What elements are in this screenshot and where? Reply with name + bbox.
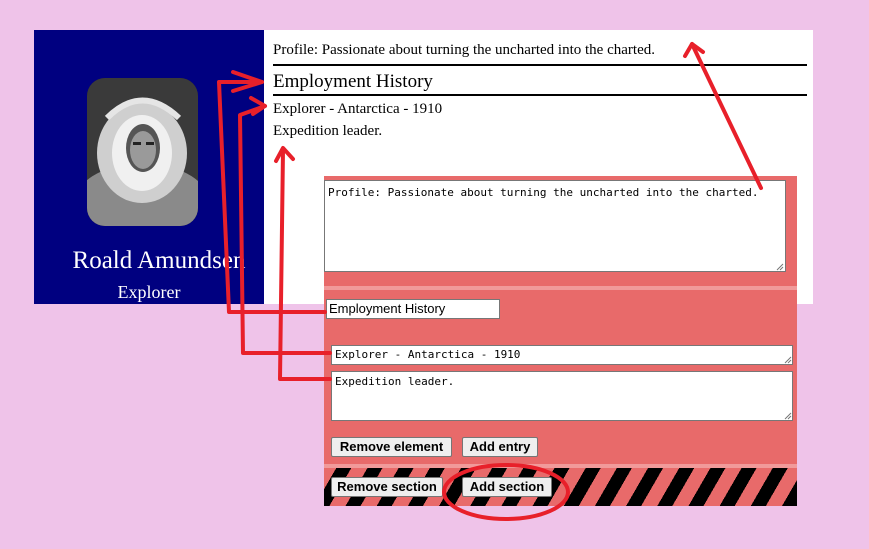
add-entry-button[interactable]: Add entry [462,437,538,457]
remove-section-button[interactable]: Remove section [331,477,443,497]
resize-grip-icon[interactable] [784,356,792,364]
entry-description: Expedition leader. [273,123,383,139]
entry-title: Explorer - Antarctica - 1910 [273,101,443,117]
add-section-button[interactable]: Add section [462,477,552,497]
divider [273,94,807,96]
person-title: Explorer [117,282,181,302]
profile-summary: Profile: Passionate about turning the un… [273,42,655,58]
profile-photo [87,78,198,226]
resize-grip-icon[interactable] [776,263,784,271]
person-name: Roald Amundsen [72,247,246,274]
section-heading: Employment History [273,71,433,92]
remove-element-button[interactable]: Remove element [331,437,452,457]
section-title-input[interactable]: Employment History [326,299,500,319]
entry-description-textarea[interactable]: Expedition leader. [331,371,793,421]
resume-sidebar: Roald Amundsen Explorer [34,30,264,304]
editor-panel: Profile: Passionate about turning the un… [324,176,797,506]
entry-title-input[interactable]: Explorer - Antarctica - 1910 [331,345,793,365]
resize-grip-icon[interactable] [784,412,792,420]
section-divider [324,286,797,290]
profile-textarea[interactable]: Profile: Passionate about turning the un… [324,180,786,272]
divider [273,64,807,66]
